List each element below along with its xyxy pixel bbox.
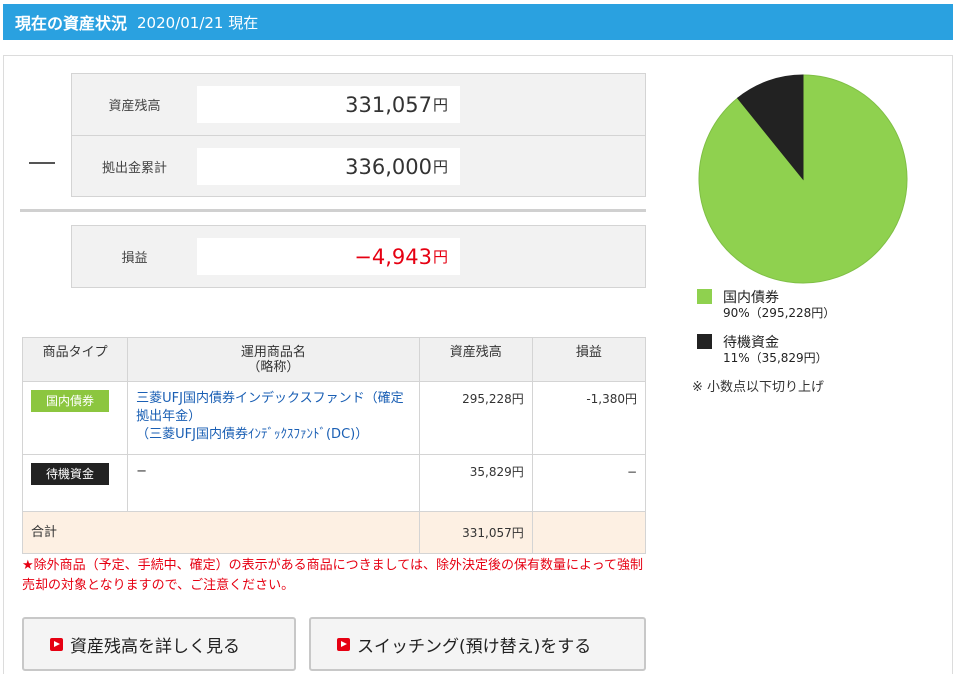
legend-value-standby: 11%（35,829円）	[723, 351, 828, 365]
type-badge-standby: 待機資金	[31, 463, 109, 485]
balance-value: 331,057 円	[197, 86, 460, 123]
total-balance: 331,057円	[418, 511, 533, 554]
total-label: 合計	[22, 511, 420, 554]
balance-row: 資産残高 331,057 円	[72, 74, 645, 135]
row-balance: 295,228円	[418, 381, 533, 455]
table-row: 待機資金 − 35,829円 −	[21, 454, 647, 512]
rounding-note: ※ 小数点以下切り上げ	[692, 380, 825, 395]
play-icon	[337, 637, 350, 651]
col-header-balance: 資産残高	[418, 337, 533, 382]
row-balance: 35,829円	[418, 454, 533, 512]
profit-row: 損益 −4,943 円	[72, 226, 645, 287]
fund-link[interactable]: 三菱UFJ国内債券インデックスファンド（確定拠出年金）	[136, 391, 403, 424]
balance-label: 資産残高	[108, 99, 161, 114]
legend-swatch-domestic-bond	[697, 289, 712, 304]
row-profit: -1,380円	[531, 381, 647, 455]
contributions-label: 拠出金累計	[101, 160, 167, 176]
profit-summary-box: 損益 −4,943 円	[71, 225, 646, 288]
table-header-row: 商品タイプ 運用商品名 （略称） 資産残高 損益	[21, 337, 647, 382]
legend-swatch-standby	[697, 334, 712, 349]
result-divider	[20, 209, 646, 212]
profit-value: −4,943 円	[197, 238, 460, 275]
col-header-name: 運用商品名 （略称）	[127, 337, 420, 382]
fund-link-short[interactable]: （三菱UFJ国内債券ｲﾝﾃﾞｯｸｽﾌｧﾝﾄﾞ(DC)）	[136, 427, 368, 442]
table-row: 国内債券 三菱UFJ国内債券インデックスファンド（確定拠出年金） （三菱UFJ国…	[21, 381, 647, 455]
as-of-date: 2020/01/21 現在	[137, 13, 259, 32]
row-profit: −	[531, 454, 647, 512]
asset-allocation-pie-chart	[698, 74, 908, 284]
type-badge-domestic-bond: 国内債券	[31, 390, 109, 412]
balance-summary-box: 資産残高 331,057 円 拠出金累計 336,000 円	[71, 73, 646, 197]
page-title: 現在の資産状況	[15, 14, 128, 33]
switching-button[interactable]: スイッチング(預け替え)をする	[309, 617, 646, 671]
exclusion-note: ★除外商品（予定、手続中、確定）の表示がある商品につきましては、除外決定後の保有…	[22, 558, 643, 593]
col-header-type: 商品タイプ	[21, 337, 129, 382]
minus-sign	[29, 162, 55, 164]
switching-label: スイッチング(預け替え)をする	[357, 636, 592, 657]
holdings-table: 商品タイプ 運用商品名 （略称） 資産残高 損益 国内債券 三菱UFJ国内債券イ…	[21, 337, 647, 554]
view-balance-details-button[interactable]: 資産残高を詳しく見る	[22, 617, 296, 671]
contributions-row: 拠出金累計 336,000 円	[72, 135, 645, 196]
contributions-value: 336,000 円	[197, 148, 460, 185]
row-name: −	[127, 454, 420, 512]
legend-value-domestic-bond: 90%（295,228円）	[723, 306, 836, 320]
col-header-profit: 損益	[531, 337, 647, 382]
profit-label: 損益	[121, 251, 148, 266]
total-row: 合計 331,057円	[22, 511, 647, 554]
view-balance-details-label: 資産残高を詳しく見る	[70, 636, 240, 657]
page-header: 現在の資産状況 2020/01/21 現在	[3, 4, 953, 40]
play-icon	[50, 637, 63, 651]
